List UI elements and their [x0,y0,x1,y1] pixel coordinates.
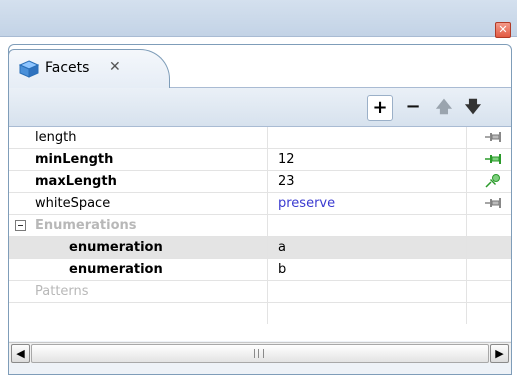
close-view-button[interactable]: ✕ [495,22,511,38]
row-name: minLength [35,152,114,167]
scroll-left-icon[interactable]: ◀ [11,344,30,363]
table-row-enumeration-b[interactable]: enumeration b [9,259,511,281]
view-titlebar: ✕ [0,0,517,38]
facets-toolbar: + − 🡅 🡇 [9,88,511,127]
scrollbar-thumb[interactable] [31,344,489,363]
pin-grey-icon[interactable] [485,130,501,144]
grip-icon [254,349,264,358]
collapse-icon[interactable] [15,220,26,231]
pin-green-tilted-icon[interactable] [485,174,501,188]
table-row-enumeration-a[interactable]: enumeration a [9,237,511,259]
row-value: b [278,262,287,277]
facets-panel: Facets ✕ + − 🡅 🡇 length minLength 12 max… [8,44,512,375]
row-name: whiteSpace [35,196,111,211]
horizontal-scrollbar[interactable]: ◀ ▶ [9,342,511,363]
pin-green-icon[interactable] [485,152,501,166]
row-value: a [278,240,286,255]
table-row-maxlength[interactable]: maxLength 23 [9,171,511,193]
row-name: Patterns [35,284,89,299]
table-row-length[interactable]: length [9,127,511,149]
move-down-button[interactable]: 🡇 [461,95,485,119]
table-row-minlength[interactable]: minLength 12 [9,149,511,171]
row-name: enumeration [69,240,163,255]
row-value: 12 [278,152,295,167]
table-row-patterns[interactable]: Patterns [9,281,511,303]
remove-facet-button[interactable]: − [401,95,425,119]
tab-facets[interactable]: Facets ✕ [8,49,170,88]
row-name: enumeration [69,262,163,277]
facets-cube-icon [19,60,39,78]
table-row-empty [9,303,511,324]
row-name: maxLength [35,174,117,189]
facets-table: length minLength 12 maxLength 23 whiteSp… [9,127,511,341]
move-up-button[interactable]: 🡅 [432,95,456,119]
tab-close-icon[interactable]: ✕ [109,59,121,75]
add-facet-button[interactable]: + [367,95,393,121]
tab-label: Facets [45,60,90,76]
table-row-enumerations-group[interactable]: Enumerations [9,215,511,237]
row-name: length [35,130,77,145]
group-name: Enumerations [35,218,137,233]
row-value: preserve [278,196,336,211]
table-row-whitespace[interactable]: whiteSpace preserve [9,193,511,215]
row-value: 23 [278,174,295,189]
scroll-right-icon[interactable]: ▶ [490,344,509,363]
tab-bar: Facets ✕ [8,45,511,88]
pin-grey-icon[interactable] [485,196,501,210]
